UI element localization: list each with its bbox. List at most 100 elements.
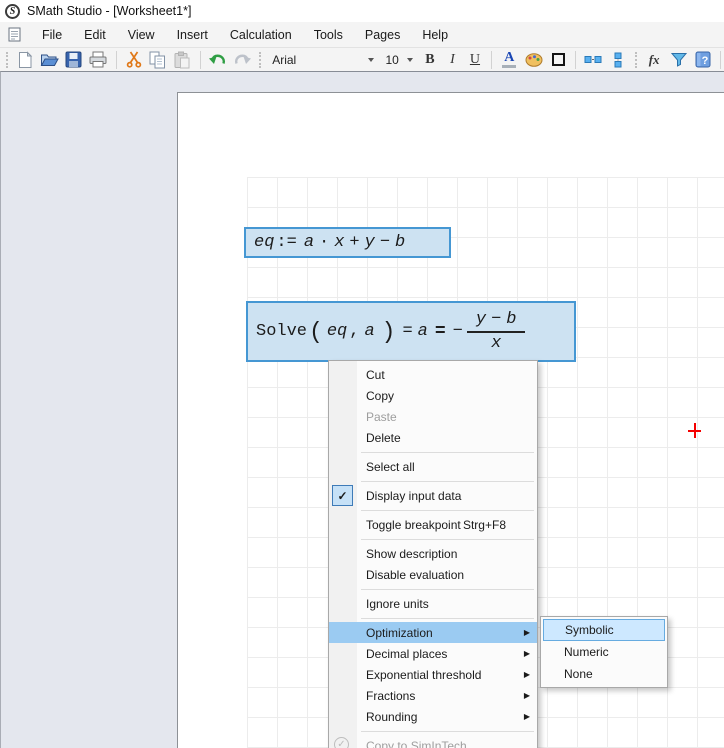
italic-button[interactable]: I [443, 52, 462, 68]
print-icon[interactable] [88, 50, 108, 70]
math-var: x [491, 333, 501, 354]
math-function-name: Solve [256, 322, 307, 341]
expression-solve[interactable]: Solve(eq,a)=a=−y−bx [246, 301, 576, 362]
menu-item-display-input-data[interactable]: ✓ Display input data [329, 485, 537, 506]
math-plus: + [349, 233, 359, 252]
toolbar-grip [6, 52, 8, 68]
underline-button[interactable]: U [466, 52, 485, 68]
font-family-select[interactable]: Arial [268, 50, 377, 70]
font-family-value: Arial [268, 53, 363, 67]
background-color-icon[interactable] [524, 50, 544, 70]
menu-edit[interactable]: Edit [73, 25, 117, 45]
paste-icon [172, 50, 192, 70]
toolbar-separator [116, 51, 117, 69]
menu-item-rounding[interactable]: Rounding ▶ [329, 706, 537, 727]
submenu-arrow-icon: ▶ [524, 649, 530, 658]
document-icon [8, 27, 21, 42]
open-icon[interactable] [39, 50, 59, 70]
menu-file[interactable]: File [31, 25, 73, 45]
submenu-item-symbolic[interactable]: Symbolic [543, 619, 665, 641]
menu-insert[interactable]: Insert [166, 25, 219, 45]
menu-item-exponential-threshold[interactable]: Exponential threshold ▶ [329, 664, 537, 685]
menu-item-copy[interactable]: Copy [329, 385, 537, 406]
menu-item-toggle-breakpoint[interactable]: Toggle breakpoint Strg+F8 [329, 514, 537, 535]
menu-pages[interactable]: Pages [354, 25, 411, 45]
font-size-select[interactable]: 10 [382, 50, 417, 70]
menu-separator [329, 448, 537, 456]
optimization-submenu: Symbolic Numeric None [540, 616, 668, 688]
border-icon[interactable] [548, 50, 568, 70]
smath-logo-icon: S [5, 4, 20, 19]
bold-button[interactable]: B [421, 52, 440, 68]
redo-icon [232, 50, 252, 70]
menu-item-optimization[interactable]: Optimization ▶ [329, 622, 537, 643]
submenu-arrow-icon: ▶ [524, 628, 530, 637]
chevron-down-icon[interactable] [407, 58, 413, 62]
title-bar: S SMath Studio - [Worksheet1*] [0, 0, 724, 22]
menu-item-cut[interactable]: Cut [329, 364, 537, 385]
submenu-arrow-icon: ▶ [524, 691, 530, 700]
app-window: S SMath Studio - [Worksheet1*] File Edit… [0, 0, 724, 748]
menu-separator [329, 477, 537, 485]
undo-icon[interactable] [207, 50, 227, 70]
math-symbolic-equals: = [435, 322, 446, 342]
svg-text:?: ? [702, 55, 709, 67]
check-icon: ✓ [337, 489, 347, 503]
submenu-item-numeric[interactable]: Numeric [543, 641, 665, 663]
toolbar-separator [491, 51, 492, 69]
math-var: eq [254, 233, 274, 252]
menu-separator [329, 614, 537, 622]
chevron-down-icon[interactable] [368, 58, 374, 62]
math-negative-sign: − [453, 322, 463, 341]
math-var: y [476, 310, 486, 329]
submenu-arrow-icon: ▶ [524, 670, 530, 679]
expression-eq-definition[interactable]: eq:=a·x+y−b [244, 227, 451, 258]
menu-item-copy-to-simintech: ✓ Copy to SimInTech [329, 735, 537, 748]
menu-item-disable-evaluation[interactable]: Disable evaluation [329, 564, 537, 585]
math-var: x [334, 233, 344, 252]
menu-separator [329, 506, 537, 514]
math-var: y [365, 233, 375, 252]
checked-checkbox[interactable]: ✓ [332, 485, 353, 506]
menu-item-select-all[interactable]: Select all [329, 456, 537, 477]
submenu-arrow-icon: ▶ [524, 712, 530, 721]
math-minus: − [491, 310, 501, 329]
submenu-item-none[interactable]: None [543, 663, 665, 685]
align-horizontal-icon[interactable] [583, 50, 603, 70]
math-equals: = [402, 322, 412, 341]
math-rparen: ) [382, 319, 396, 345]
save-icon[interactable] [64, 50, 84, 70]
menu-view[interactable]: View [117, 25, 166, 45]
math-lparen: ( [309, 319, 323, 345]
math-var: a [418, 322, 428, 341]
filter-icon[interactable] [668, 50, 688, 70]
align-vertical-icon[interactable] [608, 50, 628, 70]
menu-item-delete[interactable]: Delete [329, 427, 537, 448]
function-icon[interactable]: fx [644, 50, 664, 70]
menu-item-ignore-units[interactable]: Ignore units [329, 593, 537, 614]
menu-item-decimal-places[interactable]: Decimal places ▶ [329, 643, 537, 664]
menu-item-paste: Paste [329, 406, 537, 427]
toolbar-separator [200, 51, 201, 69]
toolbar: Arial 10 B I U A fx ? [0, 47, 724, 71]
crosshair-cursor[interactable] [688, 423, 701, 438]
cut-icon[interactable] [123, 50, 143, 70]
copy-icon[interactable] [148, 50, 168, 70]
menu-calculation[interactable]: Calculation [219, 25, 303, 45]
menu-help[interactable]: Help [411, 25, 459, 45]
math-var: b [395, 233, 405, 252]
menu-tools[interactable]: Tools [303, 25, 354, 45]
menu-separator [329, 585, 537, 593]
math-fraction: y−bx [467, 310, 526, 353]
font-color-icon[interactable]: A [499, 50, 519, 70]
menu-item-show-description[interactable]: Show description [329, 543, 537, 564]
math-var: a [304, 233, 314, 252]
menu-item-fractions[interactable]: Fractions ▶ [329, 685, 537, 706]
math-multiply-dot: · [319, 233, 329, 252]
toolbar-separator [575, 51, 576, 69]
math-var: b [506, 310, 516, 329]
math-comma: , [349, 322, 359, 341]
context-menu: Cut Copy Paste Delete Select all ✓ Displ… [328, 360, 538, 748]
new-icon[interactable] [15, 50, 35, 70]
help-icon[interactable]: ? [693, 50, 713, 70]
